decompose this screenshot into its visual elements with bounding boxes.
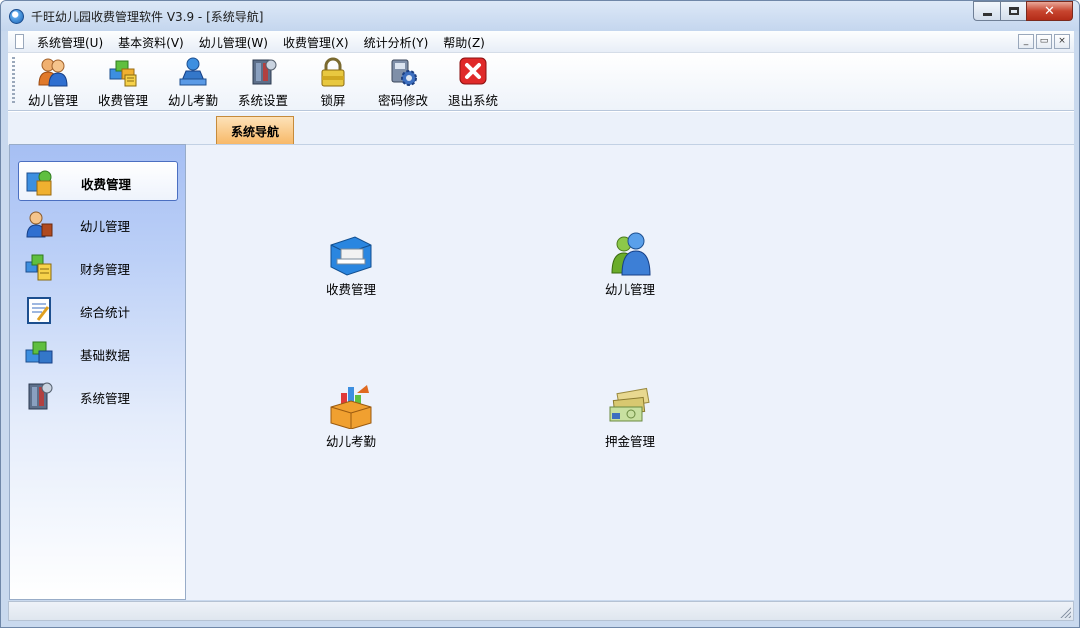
resize-grip-icon[interactable]	[1059, 606, 1071, 618]
close-icon: ✕	[1044, 3, 1055, 19]
toolbar-exit-label: 退出系统	[447, 93, 498, 108]
deposit-money-icon	[606, 383, 654, 429]
sidebar-item-basic-data[interactable]: 基础数据	[18, 333, 178, 373]
sidebar-item-statistics[interactable]: 综合统计	[18, 290, 178, 330]
menu-children[interactable]: 幼儿管理(W)	[199, 34, 268, 51]
sidebar-item-fees[interactable]: 收费管理	[18, 161, 178, 201]
chart-box-icon	[327, 383, 375, 429]
launcher-fees[interactable]: 收费管理	[306, 231, 396, 301]
launcher-attendance-label: 幼儿考勤	[325, 434, 376, 449]
sidebar-item-label: 财务管理	[80, 262, 131, 277]
launcher-children-label: 幼儿管理	[604, 282, 655, 297]
system-tools-icon	[24, 381, 54, 411]
menu-doc-icon	[15, 34, 24, 49]
basic-data-icon	[24, 338, 54, 368]
toolbar-lock-label: 锁屏	[320, 93, 346, 108]
sidebar-item-label: 综合统计	[80, 305, 131, 320]
toolbar-lock-button[interactable]: 锁屏	[298, 57, 368, 108]
users-icon	[37, 57, 69, 87]
launcher-children[interactable]: 幼儿管理	[585, 231, 675, 301]
mdi-minimize-button[interactable]: _	[1018, 34, 1034, 49]
close-button[interactable]: ✕	[1026, 1, 1073, 21]
menu-items: 系统管理(U) 基本资料(V) 幼儿管理(W) 收费管理(X) 统计分析(Y) …	[37, 34, 500, 51]
toolbar-attendance-button[interactable]: 幼儿考勤	[158, 57, 228, 108]
sidebar-item-label: 幼儿管理	[80, 219, 131, 234]
mdi-controls: _ ▭ ×	[1018, 34, 1070, 49]
password-gear-icon	[387, 57, 419, 87]
minimize-icon	[982, 12, 992, 16]
toolbar: 幼儿管理 收费管理 幼儿考勤 系统设置 锁屏 密码修改 退出系统	[8, 53, 1074, 111]
users-icon	[606, 231, 654, 277]
toolbar-children-button[interactable]: 幼儿管理	[18, 57, 88, 108]
statistics-icon	[24, 295, 54, 325]
app-window: 千旺幼儿园收费管理软件 V3.9 - [系统导航] ✕ 系统管理(U) 基本资料…	[0, 0, 1080, 628]
sidebar-item-label: 基础数据	[80, 348, 131, 363]
child-icon	[24, 209, 54, 239]
menu-system[interactable]: 系统管理(U)	[37, 34, 103, 51]
toolbar-password-button[interactable]: 密码修改	[368, 57, 438, 108]
launcher-deposit-label: 押金管理	[604, 434, 655, 449]
exit-icon	[457, 57, 489, 87]
navigation-panel: 收费管理 幼儿管理 幼儿考勤 押金管理	[186, 144, 1074, 600]
menu-fees[interactable]: 收费管理(X)	[283, 34, 349, 51]
maximize-button[interactable]	[1000, 1, 1026, 21]
title-bar[interactable]: 千旺幼儿园收费管理软件 V3.9 - [系统导航] ✕	[1, 1, 1079, 31]
cash-register-icon	[327, 231, 375, 277]
fee-boxes-icon	[107, 57, 139, 87]
fee-icon	[25, 167, 55, 197]
tab-system-navigation[interactable]: 系统导航	[216, 116, 294, 145]
sidebar-item-label: 收费管理	[81, 177, 132, 192]
toolbar-fees-button[interactable]: 收费管理	[88, 57, 158, 108]
mdi-restore-button[interactable]: ▭	[1036, 34, 1052, 49]
toolbar-settings-button[interactable]: 系统设置	[228, 57, 298, 108]
sidebar-item-finance[interactable]: 财务管理	[18, 247, 178, 287]
menu-bar: 系统管理(U) 基本资料(V) 幼儿管理(W) 收费管理(X) 统计分析(Y) …	[8, 31, 1074, 53]
status-bar	[8, 601, 1074, 621]
nav-tab-strip: 系统导航	[8, 111, 1074, 145]
maximize-icon	[1008, 7, 1019, 15]
toolbar-attendance-label: 幼儿考勤	[167, 93, 218, 108]
toolbar-fees-label: 收费管理	[97, 93, 148, 108]
attendance-icon	[177, 57, 209, 87]
sidebar: 收费管理 幼儿管理 财务管理 综合统计 基础数据 系统管理	[9, 144, 186, 600]
window-title: 千旺幼儿园收费管理软件 V3.9 - [系统导航]	[31, 10, 264, 24]
toolbar-settings-label: 系统设置	[237, 93, 288, 108]
menu-basic-data[interactable]: 基本资料(V)	[118, 34, 184, 51]
menu-statistics[interactable]: 统计分析(Y)	[364, 34, 429, 51]
launcher-deposit[interactable]: 押金管理	[585, 383, 675, 453]
sidebar-item-children[interactable]: 幼儿管理	[18, 204, 178, 244]
toolbar-exit-button[interactable]: 退出系统	[438, 57, 508, 108]
window-controls: ✕	[973, 1, 1073, 21]
toolbar-password-label: 密码修改	[377, 93, 428, 108]
lock-icon	[317, 57, 349, 87]
minimize-button[interactable]	[973, 1, 1000, 21]
toolbar-grip[interactable]	[12, 57, 15, 105]
toolbar-children-label: 幼儿管理	[27, 93, 78, 108]
app-globe-icon[interactable]	[9, 9, 24, 24]
mdi-close-button[interactable]: ×	[1054, 34, 1070, 49]
sidebar-item-label: 系统管理	[80, 391, 131, 406]
tools-icon	[247, 57, 279, 87]
sidebar-item-system[interactable]: 系统管理	[18, 376, 178, 416]
finance-icon	[24, 252, 54, 282]
menu-help[interactable]: 帮助(Z)	[443, 34, 485, 51]
launcher-attendance[interactable]: 幼儿考勤	[306, 383, 396, 453]
launcher-fees-label: 收费管理	[325, 282, 376, 297]
